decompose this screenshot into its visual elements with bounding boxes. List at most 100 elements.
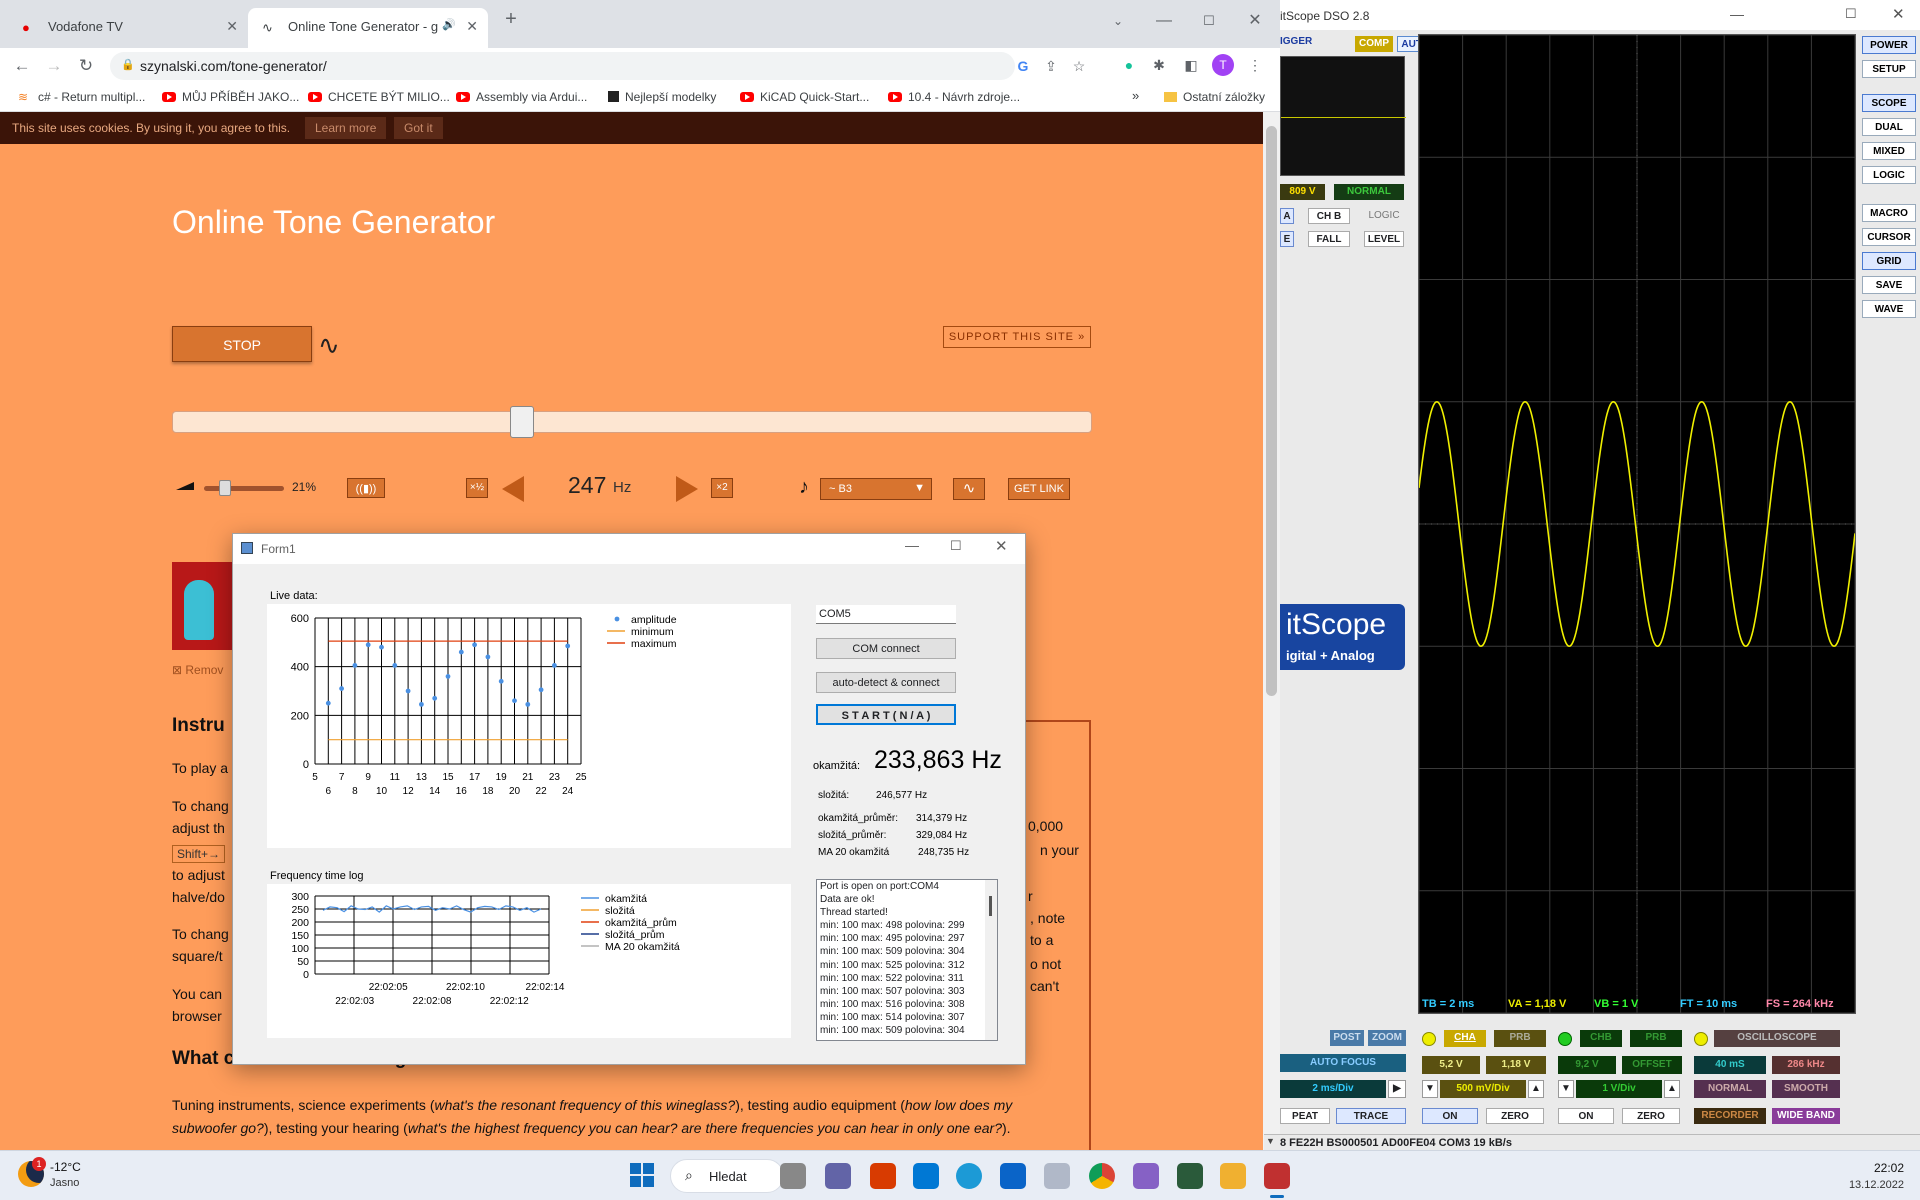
rate-display[interactable]: 286 kHz bbox=[1772, 1056, 1840, 1074]
page-scrollbar[interactable] bbox=[1263, 112, 1280, 1150]
close-icon[interactable]: ✕ bbox=[1892, 5, 1905, 23]
level-button[interactable]: LEVEL bbox=[1364, 231, 1404, 247]
minimize-icon[interactable]: — bbox=[905, 537, 919, 553]
google-icon[interactable]: G bbox=[1012, 55, 1034, 77]
maximize-icon[interactable]: ☐ bbox=[1194, 8, 1224, 34]
decrease-icon[interactable] bbox=[502, 476, 524, 502]
smooth-button[interactable]: SMOOTH bbox=[1772, 1080, 1840, 1098]
side-button-logic[interactable]: LOGIC bbox=[1862, 166, 1916, 184]
volume-thumb[interactable] bbox=[218, 480, 231, 496]
clock-time[interactable]: 22:02 bbox=[1862, 1161, 1904, 1175]
zoom-button[interactable]: ZOOM bbox=[1368, 1030, 1406, 1046]
menu-icon[interactable]: ⋮ bbox=[1244, 54, 1266, 76]
cha-down-icon[interactable]: ▼ bbox=[1422, 1080, 1438, 1098]
log-scrollbar-thumb[interactable] bbox=[989, 896, 992, 916]
star-icon[interactable]: ☆ bbox=[1068, 55, 1090, 77]
oscilloscope-display[interactable] bbox=[1418, 34, 1856, 1014]
side-button-grid[interactable]: GRID bbox=[1862, 252, 1916, 270]
frequency-slider[interactable] bbox=[172, 406, 1092, 438]
profile-avatar[interactable]: T bbox=[1212, 54, 1234, 76]
extensions-icon[interactable]: ✱ bbox=[1148, 54, 1170, 76]
normal-button[interactable]: NORMAL bbox=[1694, 1080, 1766, 1098]
halve-button[interactable]: ×½ bbox=[466, 478, 488, 498]
side-button-dual[interactable]: DUAL bbox=[1862, 118, 1916, 136]
post-button[interactable]: POST bbox=[1330, 1030, 1364, 1046]
bookmark-item[interactable]: Assembly via Ardui... bbox=[456, 90, 587, 104]
bitscope-app-icon[interactable] bbox=[1177, 1163, 1203, 1189]
side-button-macro[interactable]: MACRO bbox=[1862, 204, 1916, 222]
bookmark-item[interactable]: KiCAD Quick-Start... bbox=[740, 90, 869, 104]
com-connect-button[interactable]: COM connect bbox=[816, 638, 956, 659]
cha-volts-div-display[interactable]: 500 mV/Div bbox=[1440, 1080, 1526, 1098]
mail-icon[interactable] bbox=[1000, 1163, 1026, 1189]
recorder-button[interactable]: RECORDER bbox=[1694, 1108, 1766, 1124]
got-it-button[interactable]: Got it bbox=[394, 117, 443, 139]
side-button-setup[interactable]: SETUP bbox=[1862, 60, 1916, 78]
minimize-icon[interactable]: — bbox=[1730, 6, 1744, 22]
remove-ad-link[interactable]: ⊠ Remov bbox=[172, 663, 223, 677]
side-button-wave[interactable]: WAVE bbox=[1862, 300, 1916, 318]
auto-focus-button[interactable]: AUTO FOCUS bbox=[1280, 1054, 1406, 1072]
com-port-input[interactable]: COM5 bbox=[816, 605, 956, 624]
repeat-button[interactable]: PEAT bbox=[1280, 1108, 1330, 1124]
reload-icon[interactable]: ↻ bbox=[72, 52, 100, 80]
tab-search-icon[interactable]: ⌄ bbox=[1103, 8, 1133, 34]
edge-icon[interactable] bbox=[956, 1163, 982, 1189]
cha-on-button[interactable]: ON bbox=[1422, 1108, 1478, 1124]
cha-button[interactable]: CHA bbox=[1444, 1030, 1486, 1047]
chat-icon[interactable] bbox=[825, 1163, 851, 1189]
play-icon[interactable]: ▶ bbox=[1388, 1080, 1406, 1098]
bookmark-item[interactable]: CHCETE BÝT MILIO... bbox=[308, 90, 450, 104]
store-icon[interactable] bbox=[1044, 1163, 1070, 1189]
side-button-save[interactable]: SAVE bbox=[1862, 276, 1916, 294]
cha-up-icon[interactable]: ▲ bbox=[1528, 1080, 1544, 1098]
chevron-down-icon[interactable]: ▼ bbox=[1266, 1136, 1275, 1146]
start-icon[interactable] bbox=[630, 1163, 654, 1187]
get-link-button[interactable]: GET LINK bbox=[1008, 478, 1070, 500]
grammarly-icon[interactable]: ● bbox=[1118, 54, 1140, 76]
office-icon[interactable] bbox=[870, 1163, 896, 1189]
new-tab-icon[interactable]: + bbox=[496, 6, 526, 32]
cha-range-display[interactable]: 5,2 V bbox=[1422, 1056, 1480, 1074]
cha-zero-button[interactable]: ZERO bbox=[1486, 1108, 1544, 1124]
stop-button[interactable]: STOP bbox=[172, 326, 312, 362]
learn-more-button[interactable]: Learn more bbox=[305, 117, 387, 139]
note-select[interactable]: ~ B3 ▼ bbox=[820, 478, 932, 500]
sine-wave-icon[interactable]: ∿ bbox=[318, 330, 340, 361]
cha-probe-button[interactable]: PRB bbox=[1494, 1030, 1546, 1047]
maximize-icon[interactable]: ☐ bbox=[1845, 6, 1857, 22]
chb-down-icon[interactable]: ▼ bbox=[1558, 1080, 1574, 1098]
side-button-power[interactable]: POWER bbox=[1862, 36, 1916, 54]
log-textbox[interactable]: Port is open on port:COM4 Data are ok! Thr… bbox=[816, 879, 998, 1041]
close-icon[interactable]: ✕ bbox=[466, 18, 478, 35]
share-icon[interactable]: ⇪ bbox=[1040, 55, 1062, 77]
tab-tone-generator[interactable]: ∿ Online Tone Generator - gen 🔊 ✕ bbox=[248, 8, 488, 48]
chb-up-icon[interactable]: ▲ bbox=[1664, 1080, 1680, 1098]
side-button-cursor[interactable]: CURSOR bbox=[1862, 228, 1916, 246]
fall-button[interactable]: FALL bbox=[1308, 231, 1350, 247]
increase-icon[interactable] bbox=[676, 476, 698, 502]
chb-offset-button[interactable]: OFFSET bbox=[1622, 1056, 1682, 1074]
side-button-mixed[interactable]: MIXED bbox=[1862, 142, 1916, 160]
bookmark-item[interactable]: MŮJ PŘÍBĚH JAKO... bbox=[162, 90, 299, 104]
chb-zero-button[interactable]: ZERO bbox=[1622, 1108, 1680, 1124]
search-box[interactable]: ⌕ Hledat bbox=[670, 1159, 784, 1193]
support-button[interactable]: SUPPORT THIS SITE » bbox=[943, 326, 1091, 348]
form1-app-icon[interactable] bbox=[1264, 1163, 1290, 1189]
trace-button[interactable]: TRACE bbox=[1336, 1108, 1406, 1124]
close-icon[interactable]: ✕ bbox=[226, 18, 238, 35]
cha-trigger-button[interactable]: A bbox=[1280, 208, 1294, 224]
task-view-icon[interactable] bbox=[780, 1163, 806, 1189]
other-bookmarks[interactable]: Ostatní záložky bbox=[1164, 90, 1265, 104]
ad-image[interactable] bbox=[172, 562, 234, 650]
start-button[interactable]: S T A R T ( N / A ) bbox=[816, 704, 956, 725]
double-button[interactable]: ×2 bbox=[711, 478, 733, 498]
forward-icon[interactable]: → bbox=[40, 52, 68, 80]
chb-button[interactable]: CHB bbox=[1580, 1030, 1622, 1047]
side-button-scope[interactable]: SCOPE bbox=[1862, 94, 1916, 112]
file-explorer-icon[interactable] bbox=[1220, 1163, 1246, 1189]
visual-studio-icon[interactable] bbox=[1133, 1163, 1159, 1189]
chrome-icon[interactable] bbox=[1089, 1163, 1115, 1189]
normal-mode[interactable]: NORMAL bbox=[1334, 184, 1404, 200]
back-icon[interactable]: ← bbox=[8, 52, 36, 80]
